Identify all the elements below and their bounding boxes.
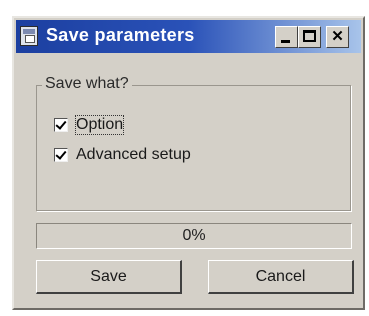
cancel-button[interactable]: Cancel <box>208 260 354 294</box>
progress-text: 0% <box>182 227 206 244</box>
maximize-icon <box>303 30 316 42</box>
advanced-setup-checkbox[interactable] <box>54 148 68 162</box>
option-checkbox[interactable] <box>54 118 68 132</box>
save-parameters-dialog: Save parameters ✕ Save what? Option Adva… <box>12 16 365 310</box>
close-icon: ✕ <box>331 28 344 45</box>
progress-bar: 0% <box>36 223 352 249</box>
option-label[interactable]: Option <box>74 115 125 135</box>
option-checkbox-row[interactable]: Option <box>54 115 125 135</box>
close-button[interactable]: ✕ <box>326 26 349 48</box>
group-label: Save what? <box>42 75 132 93</box>
save-button[interactable]: Save <box>36 260 182 294</box>
window-title: Save parameters <box>46 25 195 45</box>
maximize-button[interactable] <box>298 26 321 48</box>
minimize-icon <box>281 40 290 43</box>
advanced-setup-checkbox-row[interactable]: Advanced setup <box>54 145 191 165</box>
advanced-setup-label[interactable]: Advanced setup <box>76 146 191 164</box>
save-app-icon <box>20 26 38 46</box>
minimize-button[interactable] <box>275 26 298 48</box>
title-bar[interactable]: Save parameters ✕ <box>16 20 361 53</box>
